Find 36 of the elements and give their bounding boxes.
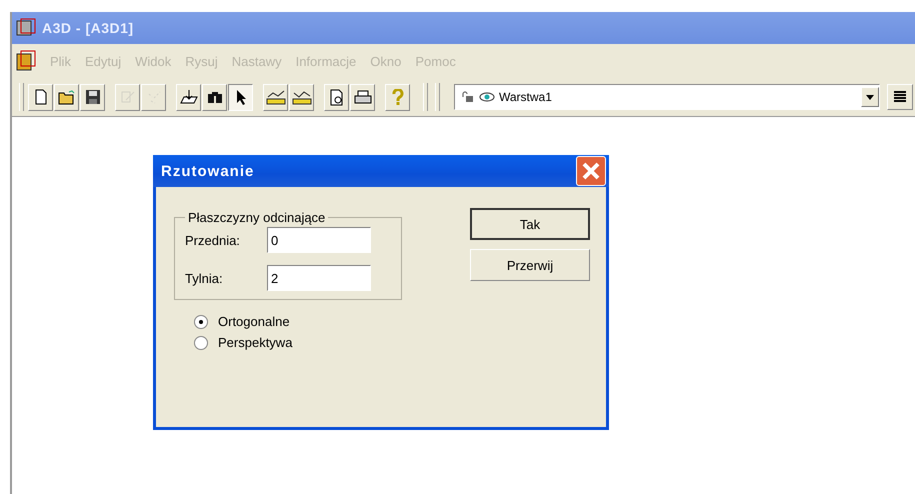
layers-button[interactable] (887, 84, 913, 110)
folder-icon (58, 90, 76, 104)
radio-button[interactable] (194, 336, 208, 350)
plane-icon (180, 89, 198, 105)
close-button[interactable] (576, 156, 606, 186)
blank-page-icon (34, 89, 48, 105)
radio-button[interactable] (194, 314, 208, 328)
eye-icon (479, 92, 495, 102)
ruler-graph-icon (292, 89, 312, 105)
layers-icon (892, 89, 908, 105)
layer-dropdown[interactable]: Warstwa1 (454, 84, 880, 110)
input-field[interactable]: 0 (267, 227, 371, 253)
binoculars-icon (206, 90, 222, 104)
app-icon (16, 18, 36, 38)
caret-icon (866, 94, 874, 100)
pointer-icon (234, 89, 246, 105)
ruler-graph-icon (266, 89, 286, 105)
toolbar-button[interactable] (228, 84, 253, 110)
padlock-icon (461, 91, 475, 103)
dialog-button[interactable]: Przerwij (470, 249, 590, 281)
magnifier-page-icon (328, 88, 344, 106)
question-mark-icon (392, 88, 404, 106)
close-icon (582, 162, 600, 180)
radio-option[interactable]: Perspektywa (194, 335, 402, 350)
radio-option[interactable]: Ortogonalne (194, 314, 402, 329)
dropdown-button[interactable] (861, 87, 879, 107)
input-field[interactable]: 2 (267, 265, 371, 291)
field-label: Tylnia: (185, 270, 224, 286)
layer-name: Warstwa1 (499, 90, 553, 104)
printer-icon (354, 90, 372, 104)
group-title: Płaszczyzny odcinające (187, 210, 326, 225)
dialog-title: Rzutowanie (161, 162, 254, 180)
dialog-button[interactable]: Tak (470, 208, 590, 240)
field-label: Przednia: (185, 232, 241, 248)
window-title: A3D - [A3D1] (42, 20, 134, 36)
app-icon[interactable] (16, 50, 36, 72)
